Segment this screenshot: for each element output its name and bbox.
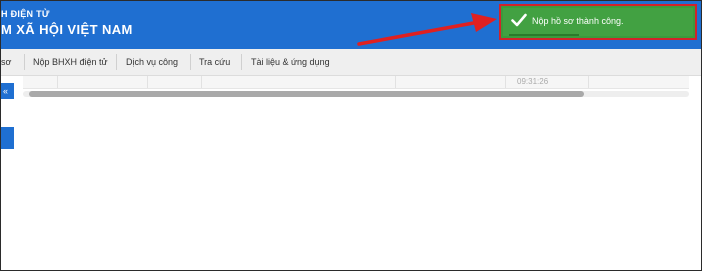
toast-timer-bar (509, 34, 579, 36)
red-arrow-annotation (357, 13, 497, 46)
screenshot-frame: H ĐIỆN TỬ M XÃ HỘI VIỆT NAM sơ Nộp BHXH … (0, 0, 702, 271)
check-icon (511, 13, 527, 27)
success-toast: Nộp hồ sơ thành công. (499, 4, 697, 40)
toast-message: Nộp hồ sơ thành công. (532, 16, 624, 26)
